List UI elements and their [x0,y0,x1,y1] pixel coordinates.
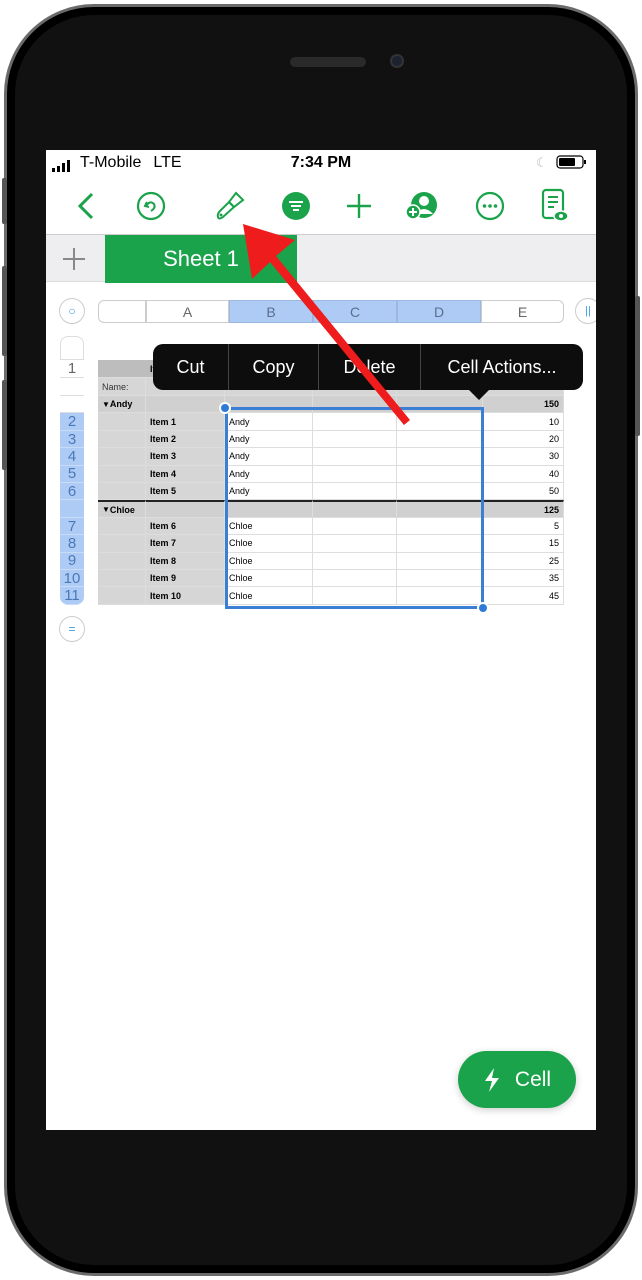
table-cell[interactable] [98,517,146,536]
value-cell[interactable]: 45 [483,587,564,605]
item-name-cell[interactable]: Item 7 [146,535,225,553]
collaborate-icon[interactable] [402,186,442,226]
row-number[interactable] [60,378,84,396]
table-cell[interactable] [98,570,146,588]
cell-button[interactable]: Cell [458,1051,576,1108]
value-cell[interactable]: 50 [483,483,564,501]
row-header-cap [60,336,84,360]
value-cell[interactable]: 40 [483,465,564,483]
row-number[interactable]: 1 [60,360,84,378]
value-cell[interactable]: 30 [483,448,564,466]
column-header-blank [98,300,146,323]
group-header-cell[interactable]: ▼ Chloe [98,500,146,518]
column-handle-button[interactable]: || [575,298,596,324]
speaker [290,57,366,67]
selection-handle-top-left[interactable] [219,402,231,414]
value-cell[interactable]: 10 [483,413,564,431]
column-header-b[interactable]: B [229,300,313,323]
item-name-cell[interactable]: Item 9 [146,570,225,588]
item-name-cell[interactable]: Item 2 [146,430,225,449]
lightning-icon [484,1067,499,1092]
column-header-a[interactable]: A [146,300,229,323]
menu-item-cut[interactable]: Cut [153,344,229,390]
row-number[interactable]: 7 [60,518,84,536]
table-cell[interactable] [98,465,146,483]
selection-handle-bottom-right[interactable] [477,602,489,614]
value-cell[interactable]: 35 [483,570,564,588]
context-menu-pointer [468,389,490,400]
disclosure-triangle-icon[interactable]: ▼ [102,505,110,514]
row-number[interactable]: 6 [60,483,84,501]
table-cell[interactable] [98,413,146,431]
row-number[interactable]: 9 [60,552,84,570]
battery-icon [556,155,586,169]
item-name-cell[interactable]: Item 8 [146,552,225,570]
add-sheet-button[interactable] [62,247,86,271]
sheet-tab-bar: Sheet 1 [46,234,596,283]
reader-view-icon[interactable] [534,186,574,226]
item-name-cell[interactable]: Item 3 [146,448,225,466]
menu-item-cell-actions[interactable]: Cell Actions... [421,344,583,390]
group-total-cell[interactable]: 125 [483,500,564,518]
item-name-cell[interactable]: Item 10 [146,587,225,605]
item-name-cell[interactable]: Item 6 [146,517,225,536]
row-number[interactable]: 11 [60,587,84,605]
cell-button-label: Cell [514,1067,552,1091]
paintbrush-icon[interactable] [210,186,250,226]
group-total-cell[interactable]: 150 [483,396,564,414]
column-header-e[interactable]: E [481,300,564,323]
row-number[interactable]: 4 [60,448,84,466]
table-cell[interactable] [98,535,146,553]
table-cell[interactable] [98,587,146,605]
item-name-cell[interactable]: Item 4 [146,465,225,483]
row-number[interactable]: 10 [60,570,84,588]
value-cell[interactable]: 25 [483,552,564,570]
row-number[interactable]: 2 [60,413,84,431]
screen: T-Mobile LTE 7:34 PM ☾ Sheet 1 ○ ABCDE |… [46,150,596,1130]
back-chevron-icon[interactable] [66,186,106,226]
volume-down-button [2,380,7,470]
column-header-d[interactable]: D [397,300,481,323]
group-header-cell[interactable]: ▼ Andy [98,396,146,414]
item-name-cell[interactable]: Item 5 [146,483,225,501]
row-number[interactable] [60,396,84,414]
table-cell[interactable] [98,430,146,449]
item-name-cell[interactable]: Item 1 [146,413,225,431]
tab-sheet-1[interactable]: Sheet 1 [105,235,297,283]
value-cell[interactable]: 20 [483,430,564,449]
add-row-button[interactable]: = [59,616,85,642]
filter-icon[interactable] [276,186,316,226]
moon-icon: ☾ [536,155,548,170]
menu-item-delete[interactable]: Delete [319,344,421,390]
context-menu: Cut Copy Delete Cell Actions... [153,344,583,390]
value-cell[interactable]: 15 [483,535,564,553]
front-camera [390,54,404,68]
power-button [635,296,640,436]
column-header-c[interactable]: C [313,300,397,323]
row-number[interactable]: 5 [60,465,84,483]
plus-icon[interactable] [339,186,379,226]
selection-range[interactable] [225,407,484,609]
status-time: 7:34 PM [290,154,352,171]
group-name: Andy [109,399,133,410]
value-cell[interactable]: 5 [483,517,564,536]
silent-switch [2,178,7,224]
table-cell[interactable] [146,396,225,414]
select-table-button[interactable]: ○ [59,298,85,324]
table-cell[interactable] [146,500,225,518]
row-number[interactable]: 3 [60,431,84,449]
row-number[interactable]: 8 [60,535,84,553]
row-number[interactable] [60,500,84,518]
table-cell[interactable] [98,448,146,466]
volume-up-button [2,266,7,356]
undo-icon[interactable] [131,186,171,226]
group-name: Chloe [109,504,135,515]
name-label-cell[interactable]: Name: [98,378,146,396]
disclosure-triangle-icon[interactable]: ▼ [102,400,110,409]
table-cell[interactable] [98,552,146,570]
more-icon[interactable] [470,186,510,226]
menu-item-copy[interactable]: Copy [229,344,319,390]
table-cell[interactable] [98,483,146,501]
